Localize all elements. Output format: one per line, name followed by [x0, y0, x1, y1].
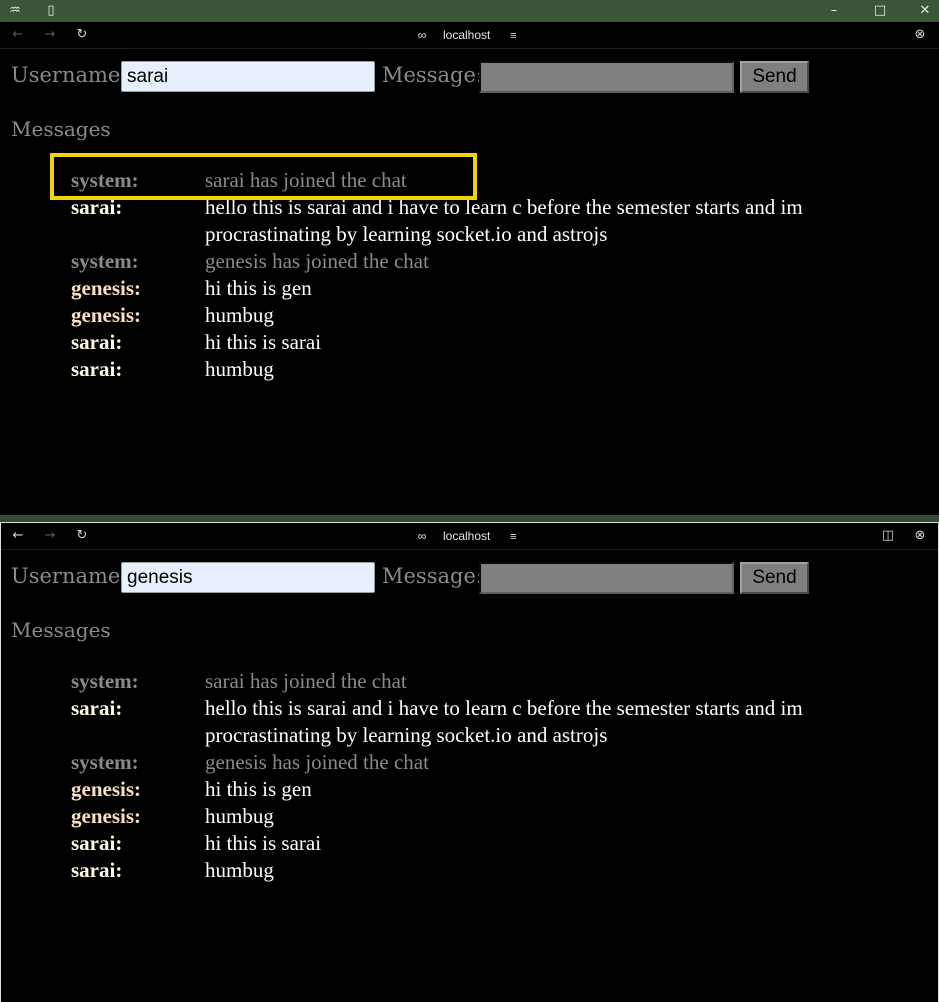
bottom-browser-window: ← → ↻ ∞ localhost ≡ ◫ ⊗ Username: Message:… — [0, 522, 939, 1002]
message-item: system: sarai has joined the chat — [71, 167, 911, 194]
url-text: localhost — [443, 28, 491, 42]
message-item: sarai: hi this is sarai — [71, 329, 911, 356]
messages-heading: Messages — [11, 117, 111, 141]
username-label: Username: — [11, 564, 128, 588]
forward-arrow-icon[interactable]: → — [40, 25, 60, 45]
message-item: sarai: humbug — [71, 356, 911, 383]
top-browser-window: ♒ ▯ – □ ✕ ← → ↻ ∞ localhost ≡ ⊗ Username: … — [0, 0, 939, 515]
url-display[interactable]: ∞ localhost ≡ — [413, 526, 522, 546]
messages-heading: Messages — [11, 618, 111, 642]
app-logo-icon[interactable]: ♒ — [5, 1, 25, 21]
message-item: genesis: humbug — [71, 302, 911, 329]
message-input[interactable] — [479, 562, 734, 594]
message-item: system: sarai has joined the chat — [71, 668, 911, 695]
message-sender: genesis: — [71, 303, 141, 327]
message-text: hi this is sarai — [205, 330, 322, 354]
message-text: hello this is sarai and i have to learn … — [205, 696, 803, 747]
back-arrow-icon[interactable]: ← — [8, 526, 28, 546]
message-sender: system: — [71, 249, 139, 273]
url-text: localhost — [443, 529, 491, 543]
site-settings-icon[interactable]: ≡ — [504, 26, 522, 46]
message-item: sarai: hello this is sarai and i have to … — [71, 695, 911, 749]
message-text: sarai has joined the chat — [205, 669, 407, 693]
message-sender: system: — [71, 168, 139, 192]
message-text: genesis has joined the chat — [205, 750, 429, 774]
message-text: genesis has joined the chat — [205, 249, 429, 273]
message-item: genesis: hi this is gen — [71, 776, 911, 803]
message-sender: sarai: — [71, 357, 123, 381]
message-text: hi this is sarai — [205, 831, 322, 855]
message-sender: sarai: — [71, 831, 123, 855]
close-tab-icon[interactable]: ⊗ — [910, 526, 930, 546]
message-item: system: genesis has joined the chat — [71, 248, 911, 275]
username-input[interactable] — [121, 61, 375, 92]
message-item: sarai: hello this is sarai and i have to … — [71, 194, 911, 248]
message-item: sarai: hi this is sarai — [71, 830, 911, 857]
message-sender: genesis: — [71, 276, 141, 300]
message-sender: system: — [71, 669, 139, 693]
message-item: genesis: hi this is gen — [71, 275, 911, 302]
maximize-icon[interactable]: □ — [870, 1, 890, 21]
message-item: genesis: humbug — [71, 803, 911, 830]
close-icon[interactable]: ✕ — [915, 1, 935, 21]
message-text: hi this is gen — [205, 777, 312, 801]
message-label: Message: — [382, 564, 483, 588]
message-sender: system: — [71, 750, 139, 774]
message-item: system: genesis has joined the chat — [71, 749, 911, 776]
send-button[interactable]: Send — [740, 562, 809, 594]
message-text: sarai has joined the chat — [205, 168, 407, 192]
message-sender: sarai: — [71, 696, 123, 720]
message-text: humbug — [205, 804, 274, 828]
site-settings-icon[interactable]: ≡ — [504, 527, 522, 547]
sidebar-toggle-icon[interactable]: ▯ — [41, 1, 61, 21]
title-bar: ♒ ▯ – □ ✕ — [0, 0, 939, 22]
message-sender: genesis: — [71, 777, 141, 801]
link-icon: ∞ — [417, 28, 427, 42]
message-list: system: sarai has joined the chat sarai: he… — [71, 167, 911, 383]
message-text: humbug — [205, 303, 274, 327]
send-button[interactable]: Send — [740, 61, 809, 93]
address-bar: ← → ↻ ∞ localhost ≡ ◫ ⊗ — [1, 523, 938, 550]
message-sender: sarai: — [71, 195, 123, 219]
message-label: Message: — [382, 63, 483, 87]
reload-icon[interactable]: ↻ — [72, 25, 92, 45]
reload-icon[interactable]: ↻ — [72, 526, 92, 546]
message-sender: sarai: — [71, 330, 123, 354]
username-label: Username: — [11, 63, 128, 87]
message-input[interactable] — [479, 61, 734, 93]
window-divider — [0, 515, 939, 522]
link-icon: ∞ — [417, 529, 427, 543]
message-text: humbug — [205, 858, 274, 882]
username-input[interactable] — [121, 562, 375, 593]
message-sender: sarai: — [71, 858, 123, 882]
close-tab-icon[interactable]: ⊗ — [910, 25, 930, 45]
message-list: system: sarai has joined the chat sarai: he… — [71, 668, 911, 884]
back-arrow-icon[interactable]: ← — [8, 25, 28, 45]
message-text: hello this is sarai and i have to learn … — [205, 195, 803, 246]
split-view-icon[interactable]: ◫ — [878, 526, 898, 546]
minimize-icon[interactable]: – — [824, 1, 844, 21]
forward-arrow-icon[interactable]: → — [40, 526, 60, 546]
message-text: humbug — [205, 357, 274, 381]
address-bar: ← → ↻ ∞ localhost ≡ ⊗ — [0, 22, 939, 49]
message-item: sarai: humbug — [71, 857, 911, 884]
message-text: hi this is gen — [205, 276, 312, 300]
url-display[interactable]: ∞ localhost ≡ — [413, 25, 522, 45]
message-sender: genesis: — [71, 804, 141, 828]
